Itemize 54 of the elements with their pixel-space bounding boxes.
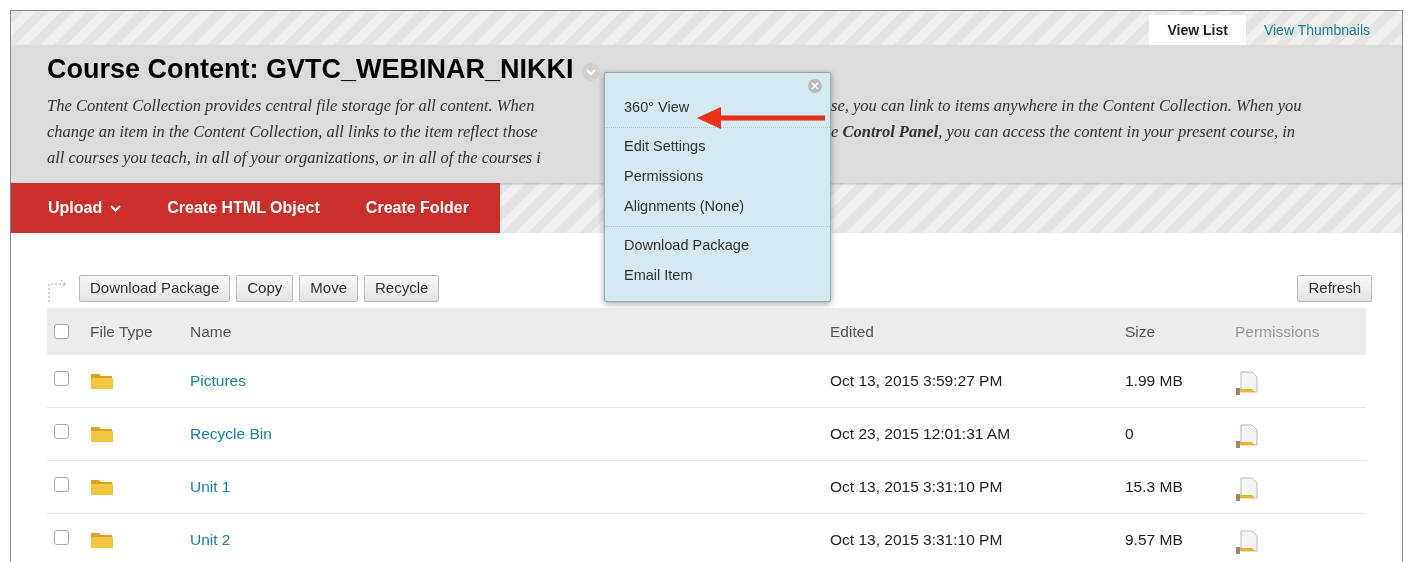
description-text: se, you can link to items anywhere in the Content Collection. When you	[831, 95, 1302, 117]
shared-document-icon	[1235, 530, 1259, 555]
description-text: The Content Collection provides central file storage for all content. When	[47, 95, 536, 117]
table-cell: Oct 13, 2015 3:31:10 PM	[830, 478, 1003, 495]
folder-icon	[90, 477, 114, 496]
caret-icon	[110, 204, 122, 212]
description-text: change an item in the Content Collection, all links to the item reflect those	[47, 121, 539, 143]
column-header[interactable]: Size	[1125, 322, 1156, 340]
folder-link[interactable]: Unit 1	[190, 478, 231, 495]
table-cell: 1.99 MB	[1125, 372, 1183, 389]
folder-link[interactable]: Pictures	[190, 372, 246, 389]
menu-item[interactable]: Permissions	[605, 162, 830, 192]
folder-icon	[90, 371, 114, 390]
folder-link[interactable]: Recycle Bin	[190, 425, 272, 442]
toolbar-button[interactable]: Move	[299, 275, 358, 302]
checkbox[interactable]	[54, 530, 69, 545]
column-header[interactable]: Name	[190, 322, 232, 340]
action-button[interactable]: Create HTML Object	[144, 183, 343, 233]
table-cell: 0	[1125, 425, 1134, 442]
checkbox[interactable]	[54, 371, 69, 386]
checkbox[interactable]	[54, 324, 69, 339]
shared-document-icon	[1235, 477, 1259, 502]
checkbox[interactable]	[54, 424, 69, 439]
chevron-icon[interactable]	[581, 63, 600, 81]
toolbar-button[interactable]: Download Package	[79, 275, 231, 302]
folder-link[interactable]: Unit 2	[190, 531, 231, 548]
refresh-button[interactable]: Refresh	[1297, 275, 1372, 302]
column-header[interactable]: File Type	[90, 322, 153, 340]
menu-item[interactable]: Alignments (None)	[605, 192, 830, 222]
table-cell: Oct 13, 2015 3:59:27 PM	[830, 372, 1003, 389]
toolbar-button[interactable]: Recycle	[364, 275, 440, 302]
menu-item[interactable]: 360° View	[605, 93, 830, 123]
description-text: e Control Panel, you can access the content in your present course, in	[831, 121, 1296, 143]
table-cell: Oct 23, 2015 12:01:31 AM	[830, 425, 1011, 442]
folder-icon	[90, 530, 114, 549]
menu-item[interactable]: Download Package	[605, 231, 830, 261]
close-icon[interactable]	[808, 79, 822, 93]
checkbox[interactable]	[54, 477, 69, 492]
action-button[interactable]: Upload	[25, 183, 145, 233]
table-cell: 9.57 MB	[1125, 531, 1183, 548]
column-header[interactable]: Edited	[830, 322, 874, 340]
description-text: all courses you teach, in all of your organizations, or in all of the courses i	[47, 147, 542, 169]
menu-item[interactable]: Edit Settings	[605, 132, 830, 162]
shared-document-icon	[1235, 424, 1259, 449]
menu-item[interactable]: Email Item	[605, 261, 830, 291]
shared-document-icon	[1235, 371, 1259, 396]
action-button[interactable]: Create Folder	[342, 183, 492, 233]
page-title: Course Content: GVTC_WEBINAR_NIKKI	[47, 53, 574, 86]
view-tab[interactable]: View List	[1149, 15, 1246, 45]
view-tab[interactable]: View Thumbnails	[1245, 15, 1388, 45]
toolbar-button[interactable]: Copy	[236, 275, 294, 302]
table-cell: Oct 13, 2015 3:31:10 PM	[830, 531, 1003, 548]
folder-icon	[90, 424, 114, 443]
table-cell: 15.3 MB	[1125, 478, 1183, 495]
